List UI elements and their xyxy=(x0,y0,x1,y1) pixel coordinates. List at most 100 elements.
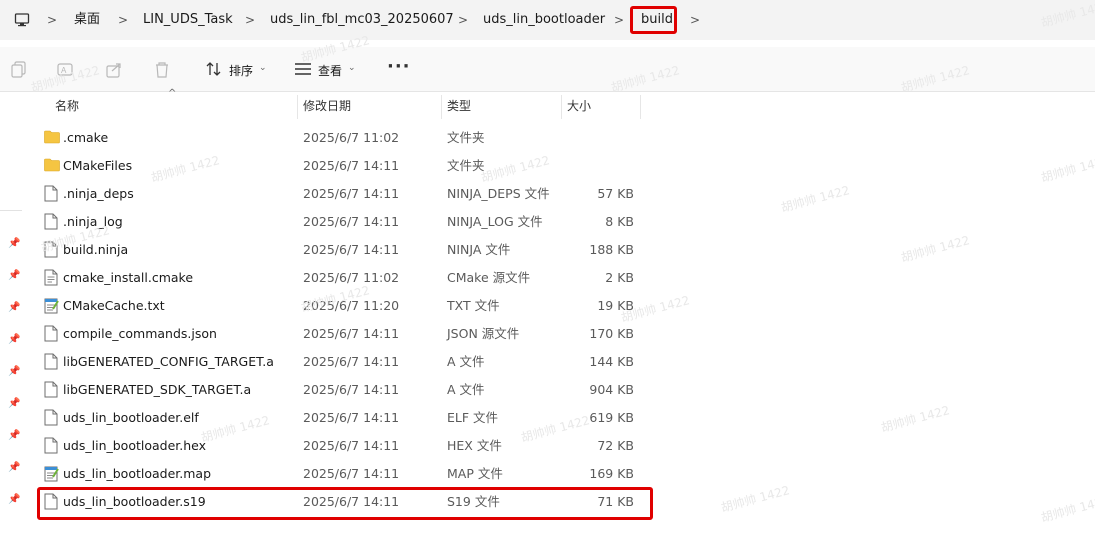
column-divider[interactable] xyxy=(441,95,442,119)
nav-divider xyxy=(0,210,22,211)
file-name: uds_lin_bootloader.elf xyxy=(63,410,199,425)
file-size: 57 KB xyxy=(597,186,634,201)
more-options-button[interactable]: ··· xyxy=(387,56,411,77)
view-button[interactable]: 查看 xyxy=(318,62,342,79)
pin-icon[interactable]: 📌 xyxy=(8,430,20,441)
folder-icon xyxy=(44,157,60,176)
file-row[interactable]: libGENERATED_SDK_TARGET.a 2025/6/7 14:11 A… xyxy=(38,376,643,404)
file-date: 2025/6/7 14:11 xyxy=(303,354,400,369)
file-name: cmake_install.cmake xyxy=(63,270,194,285)
column-header-name[interactable]: 名称 xyxy=(55,98,79,114)
breadcrumb-chevron-icon[interactable]: > xyxy=(458,12,468,28)
file-date: 2025/6/7 14:11 xyxy=(303,158,400,173)
highlight-box-s19 xyxy=(37,487,653,520)
highlight-box-build xyxy=(630,6,677,34)
pin-icon[interactable]: 📌 xyxy=(8,238,20,249)
file-type: ELF 文件 xyxy=(447,410,499,425)
pin-icon[interactable]: 📌 xyxy=(8,398,20,409)
file-date: 2025/6/7 14:11 xyxy=(303,214,400,229)
file-name: uds_lin_bootloader.map xyxy=(63,466,212,481)
this-pc-icon[interactable] xyxy=(14,12,30,32)
watermark-text: 胡帅帅 1422 xyxy=(879,403,952,435)
column-divider[interactable] xyxy=(561,95,562,119)
file-date: 2025/6/7 14:11 xyxy=(303,410,400,425)
file-size: 8 KB xyxy=(605,214,634,229)
file-size: 2 KB xyxy=(605,270,634,285)
sort-ascending-icon: ^ xyxy=(168,88,177,99)
file-type: 文件夹 xyxy=(447,130,485,145)
file-type: NINJA_LOG 文件 xyxy=(447,214,543,229)
file-icon xyxy=(44,353,58,374)
pin-icon[interactable]: 📌 xyxy=(8,302,20,313)
file-icon xyxy=(44,437,58,458)
pin-icon[interactable]: 📌 xyxy=(8,270,20,281)
column-header-size[interactable]: 大小 xyxy=(567,98,591,114)
file-row[interactable]: CMakeFiles 2025/6/7 14:11 文件夹 xyxy=(38,152,643,180)
breadcrumb-chevron-icon[interactable]: > xyxy=(690,12,700,28)
notepad-file-icon xyxy=(44,465,59,486)
file-row[interactable]: .cmake 2025/6/7 11:02 文件夹 xyxy=(38,124,643,152)
pin-icon[interactable]: 📌 xyxy=(8,366,20,377)
file-type: HEX 文件 xyxy=(447,438,502,453)
file-icon xyxy=(44,381,58,402)
watermark-text: 胡帅帅 1422 xyxy=(1039,493,1095,525)
breadcrumb-chevron-icon[interactable]: > xyxy=(614,12,624,28)
file-date: 2025/6/7 14:11 xyxy=(303,466,400,481)
file-date: 2025/6/7 11:02 xyxy=(303,130,400,145)
file-row[interactable]: uds_lin_bootloader.map 2025/6/7 14:11 MAP … xyxy=(38,460,643,488)
breadcrumb-chevron-icon[interactable]: > xyxy=(245,12,255,28)
copy-icon[interactable] xyxy=(11,61,27,83)
file-name: CMakeCache.txt xyxy=(63,298,165,313)
watermark-text: 胡帅帅 1422 xyxy=(1039,153,1095,185)
breadcrumb-item-lin-uds-task[interactable]: LIN_UDS_Task xyxy=(143,11,233,29)
sort-chevron-down-icon[interactable]: ⌄ xyxy=(259,63,267,73)
column-divider[interactable] xyxy=(297,95,298,119)
file-name: libGENERATED_SDK_TARGET.a xyxy=(63,382,252,397)
file-icon xyxy=(44,185,58,206)
file-size: 188 KB xyxy=(589,242,634,257)
breadcrumb-item-desktop[interactable]: 桌面 xyxy=(74,11,100,29)
pin-icon[interactable]: 📌 xyxy=(8,494,20,505)
navigation-pane: 📌 📌 📌 📌 📌 📌 📌 📌 📌 xyxy=(0,92,26,537)
delete-icon[interactable] xyxy=(154,61,170,83)
column-header-date[interactable]: 修改日期 xyxy=(303,98,351,114)
watermark-text: 胡帅帅 1422 xyxy=(719,483,792,515)
file-size: 72 KB xyxy=(597,438,634,453)
file-date: 2025/6/7 14:11 xyxy=(303,382,400,397)
file-date: 2025/6/7 14:11 xyxy=(303,186,400,201)
address-bar[interactable]: > 桌面 > LIN_UDS_Task > uds_lin_fbl_mc03_2… xyxy=(0,0,1095,40)
pin-icon[interactable]: 📌 xyxy=(8,462,20,473)
share-icon[interactable] xyxy=(106,61,124,83)
breadcrumb-chevron-icon[interactable]: > xyxy=(47,12,57,28)
file-type: NINJA_DEPS 文件 xyxy=(447,186,550,201)
sort-button[interactable]: 排序 xyxy=(229,62,253,79)
column-divider[interactable] xyxy=(640,95,641,119)
folder-icon xyxy=(44,129,60,148)
breadcrumb-item-project[interactable]: uds_lin_fbl_mc03_20250607 xyxy=(270,11,454,29)
file-name: compile_commands.json xyxy=(63,326,217,341)
file-name: CMakeFiles xyxy=(63,158,133,173)
file-icon xyxy=(44,213,58,234)
file-row[interactable]: compile_commands.json 2025/6/7 14:11 JSON … xyxy=(38,320,643,348)
watermark-text: 胡帅帅 1422 xyxy=(899,233,972,265)
sort-icon[interactable] xyxy=(205,61,223,81)
file-name: .ninja_deps xyxy=(63,186,134,201)
breadcrumb-chevron-icon[interactable]: > xyxy=(118,12,128,28)
file-row[interactable]: .ninja_log 2025/6/7 14:11 NINJA_LOG 文件 8 KB xyxy=(38,208,643,236)
file-type: CMake 源文件 xyxy=(447,270,531,285)
file-row[interactable]: build.ninja 2025/6/7 14:11 NINJA 文件 188 KB xyxy=(38,236,643,264)
watermark-text: 胡帅帅 1422 xyxy=(779,183,852,215)
file-icon xyxy=(44,325,58,346)
pin-icon[interactable]: 📌 xyxy=(8,334,20,345)
file-size: 169 KB xyxy=(589,466,634,481)
breadcrumb-item-bootloader[interactable]: uds_lin_bootloader xyxy=(483,11,605,29)
file-name: libGENERATED_CONFIG_TARGET.a xyxy=(63,354,274,369)
file-date: 2025/6/7 14:11 xyxy=(303,242,400,257)
file-row[interactable]: .ninja_deps 2025/6/7 14:11 NINJA_DEPS 文件 57… xyxy=(38,180,643,208)
file-name: .cmake xyxy=(63,130,109,145)
view-chevron-down-icon[interactable]: ⌄ xyxy=(348,63,356,73)
file-row[interactable]: libGENERATED_CONFIG_TARGET.a 2025/6/7 14:… xyxy=(38,348,643,376)
column-header-type[interactable]: 类型 xyxy=(447,98,471,114)
file-date: 2025/6/7 14:11 xyxy=(303,326,400,341)
file-type: TXT 文件 xyxy=(447,298,500,313)
